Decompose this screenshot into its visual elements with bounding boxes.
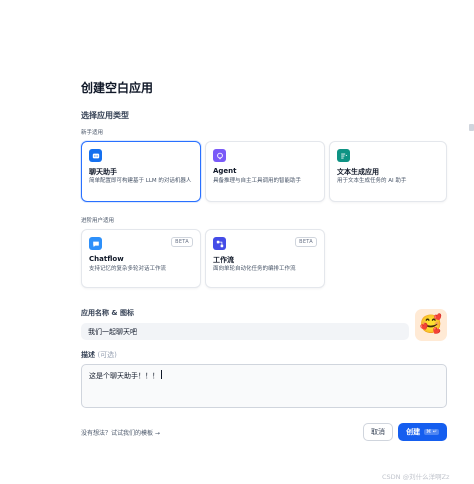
app-type-card-text-generator[interactable]: 文本生成应用 用于文本生成任务的 AI 助手 <box>329 141 447 202</box>
create-button-label: 创建 <box>406 428 421 436</box>
create-app-dialog: 创建空白应用 选择应用类型 新手适用 聊天助手 简单配置即可构建基于 LLM 的… <box>0 0 474 484</box>
description-label: 描述 (可选) <box>81 350 117 360</box>
optional-hint: (可选) <box>97 351 117 359</box>
app-type-name: 文本生成应用 <box>337 168 379 176</box>
app-type-desc: 简单配置即可构建基于 LLM 的对话机器人 <box>89 178 192 184</box>
app-type-desc: 支持记忆的复杂多轮对话工作流 <box>89 266 167 272</box>
create-button[interactable]: 创建 ⌘ ↵ <box>398 423 447 441</box>
chat-bot-icon <box>89 149 102 162</box>
dialog-title: 创建空白应用 <box>81 81 154 95</box>
try-template-link[interactable]: 没有想法？试试我们的模板 → <box>81 428 160 437</box>
app-type-name: 聊天助手 <box>89 168 117 176</box>
app-type-card-agent[interactable]: Agent 具备推理与自主工具调用的智能助手 <box>205 141 325 202</box>
description-label-text: 描述 <box>81 351 95 359</box>
app-name-input[interactable] <box>81 323 409 340</box>
app-type-card-chatbot[interactable]: 聊天助手 简单配置即可构建基于 LLM 的对话机器人 <box>81 141 201 202</box>
side-scroll-marker <box>469 124 474 131</box>
advanced-group-label: 进阶用户适用 <box>81 218 115 224</box>
app-type-name: 工作流 <box>213 256 234 264</box>
beta-badge: BETA <box>171 237 193 247</box>
app-type-desc: 具备推理与自主工具调用的智能助手 <box>213 178 302 184</box>
cancel-button[interactable]: 取消 <box>363 423 393 441</box>
shortcut-hint: ⌘ ↵ <box>424 429 439 435</box>
text-generator-icon <box>337 149 350 162</box>
agent-icon <box>213 149 226 162</box>
watermark: CSDN @刘什么洋啊Zz <box>382 473 450 481</box>
app-type-card-workflow[interactable]: BETA 工作流 面向单轮自动化任务的编排工作流 <box>205 229 325 288</box>
beginner-group-label: 新手适用 <box>81 130 104 136</box>
app-icon-picker[interactable]: 🥰 <box>415 309 447 341</box>
app-type-card-chatflow[interactable]: BETA Chatflow 支持记忆的复杂多轮对话工作流 <box>81 229 201 288</box>
app-type-name: Agent <box>213 167 237 175</box>
chatflow-icon <box>89 237 102 250</box>
description-textarea[interactable]: 这是个聊天助手！！！ <box>81 364 447 408</box>
app-type-desc: 面向单轮自动化任务的编排工作流 <box>213 266 296 272</box>
text-caret <box>161 370 162 379</box>
description-text: 这是个聊天助手！！！ <box>89 372 159 380</box>
app-name-label: 应用名称 & 图标 <box>81 309 134 317</box>
app-type-name: Chatflow <box>89 255 124 263</box>
app-type-section-title: 选择应用类型 <box>81 111 129 120</box>
workflow-icon <box>213 237 226 250</box>
beta-badge: BETA <box>295 237 317 247</box>
smiling-face-hearts-icon: 🥰 <box>419 314 443 335</box>
app-type-desc: 用于文本生成任务的 AI 助手 <box>337 178 407 184</box>
